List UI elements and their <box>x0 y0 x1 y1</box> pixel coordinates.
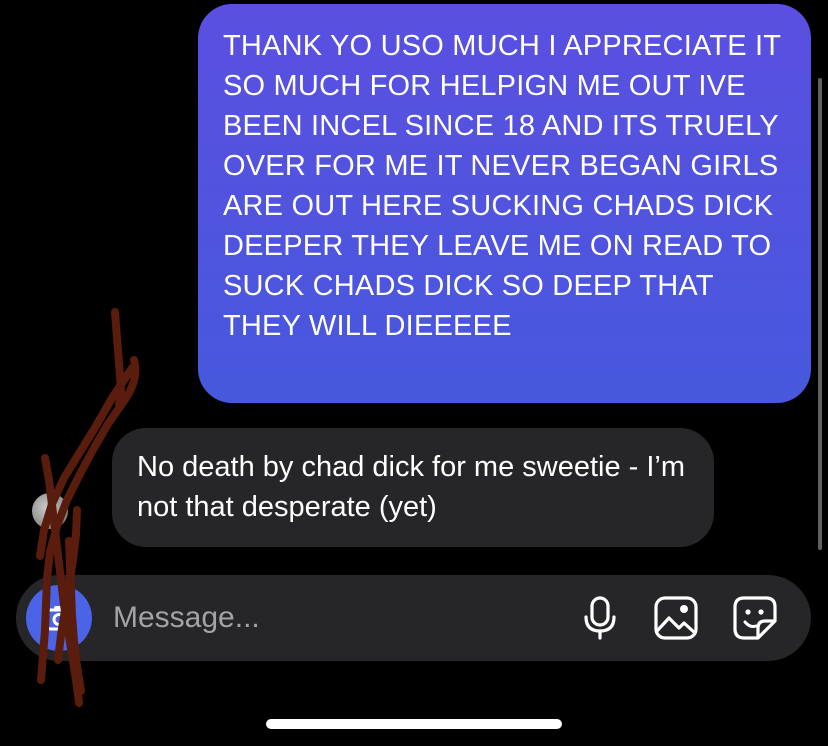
microphone-icon <box>584 596 616 640</box>
outgoing-message-bubble[interactable]: THANK YO USO MUCH I APPRECIATE IT SO MUC… <box>198 4 811 403</box>
sticker-button[interactable] <box>731 594 779 642</box>
sender-avatar[interactable] <box>32 493 68 529</box>
image-icon <box>654 596 698 640</box>
scrollbar[interactable] <box>818 78 822 550</box>
voice-message-button[interactable] <box>576 594 624 642</box>
camera-icon <box>44 606 74 631</box>
sticker-icon <box>733 596 777 640</box>
camera-button[interactable] <box>26 585 92 651</box>
home-indicator[interactable] <box>266 719 562 729</box>
gallery-button[interactable] <box>652 594 700 642</box>
message-input[interactable]: Message... <box>113 599 260 637</box>
chat-thread: THANK YO USO MUCH I APPRECIATE IT SO MUC… <box>0 0 828 746</box>
incoming-message-bubble[interactable]: No death by chad dick for me sweetie - I… <box>112 428 714 547</box>
message-composer: Message... <box>16 575 811 661</box>
